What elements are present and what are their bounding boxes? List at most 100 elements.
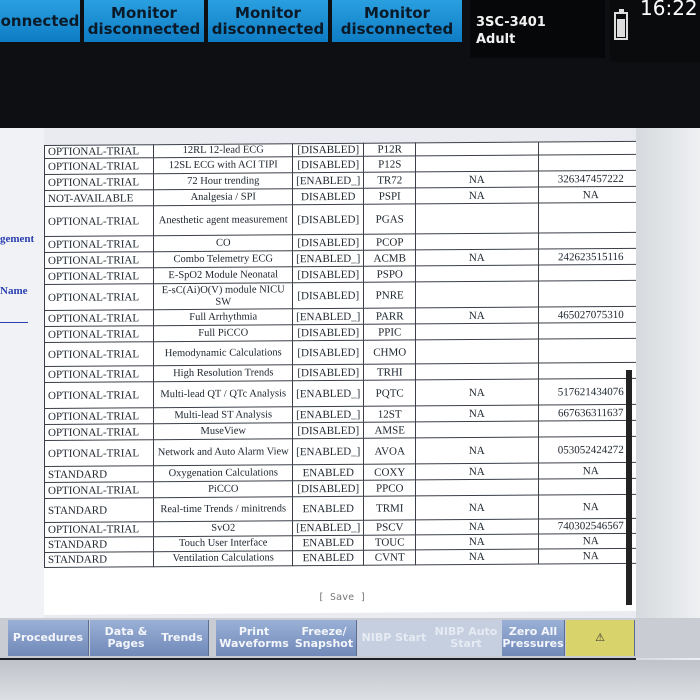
side-menu-name[interactable]: Name bbox=[0, 285, 28, 297]
zero-all-pressures-button[interactable]: Zero All Pressures bbox=[502, 620, 565, 656]
enable-state-cell: [ENABLED_] bbox=[292, 250, 364, 267]
tile-status: disconnected bbox=[211, 20, 325, 38]
side-menu-management[interactable]: gement bbox=[0, 233, 34, 245]
enable-state-cell: [ENABLED_] bbox=[292, 308, 364, 325]
clock: 16:22 bbox=[640, 0, 698, 20]
feature-code-cell: AVOA bbox=[363, 437, 416, 465]
serial-cell: 326347457222 bbox=[538, 170, 644, 188]
trends-button[interactable]: Trends bbox=[156, 620, 209, 656]
feature-name-cell: E-SpO2 Module Neonatal bbox=[153, 266, 293, 284]
print-waveforms-button[interactable]: Print Waveforms bbox=[216, 620, 293, 656]
enable-state-cell: [ENABLED_] bbox=[292, 172, 364, 189]
freeze-snapshot-button[interactable]: Freeze/ Snapshot bbox=[292, 620, 357, 656]
serial-cell bbox=[538, 202, 644, 234]
license-status-cell: STANDARD bbox=[44, 536, 154, 553]
enable-state-cell: [DISABLED] bbox=[292, 204, 364, 235]
license-status-cell: STANDARD bbox=[44, 497, 154, 523]
data-pages-button[interactable]: Data & Pages bbox=[90, 620, 163, 656]
monitor-tile-1[interactable]: onnected bbox=[0, 0, 80, 42]
monitor-tile-2[interactable]: Monitor disconnected bbox=[84, 0, 204, 42]
feature-code-cell: TRMI bbox=[363, 495, 416, 521]
tile-status: disconnected bbox=[87, 20, 201, 38]
license-status-cell: OPTIONAL-TRIAL bbox=[44, 521, 154, 538]
tile-title: Monitor bbox=[235, 4, 301, 22]
enable-state-cell: DISABLED bbox=[292, 188, 364, 205]
serial-cell bbox=[538, 141, 644, 156]
patient-info[interactable]: 3SC-3401 Adult bbox=[470, 0, 605, 58]
bed-label: 3SC-3401 bbox=[476, 15, 546, 30]
enable-state-cell: [ENABLED_] bbox=[292, 380, 364, 407]
feature-name-cell: High Resolution Trends bbox=[153, 364, 293, 382]
table-row: STANDARD Ventilation Calculations ENABLED C… bbox=[44, 548, 644, 568]
license-status-cell: STANDARD bbox=[44, 551, 154, 568]
feature-code-cell: TR72 bbox=[363, 171, 416, 189]
license-status-cell: OPTIONAL-TRIAL bbox=[44, 157, 154, 175]
number-cell bbox=[415, 142, 538, 156]
feature-code-cell: CVNT bbox=[363, 549, 416, 566]
feature-name-cell: Real-time Trends / minitrends bbox=[153, 496, 293, 522]
enable-state-cell: [DISABLED] bbox=[292, 364, 364, 381]
nibp-start-button[interactable]: NIBP Start bbox=[358, 620, 431, 656]
number-cell: NA bbox=[415, 463, 538, 480]
patient-type: Adult bbox=[476, 32, 516, 47]
feature-code-cell: TOUC bbox=[363, 534, 416, 551]
feature-code-cell: PSPI bbox=[363, 187, 416, 205]
license-status-cell: OPTIONAL-TRIAL bbox=[44, 205, 154, 237]
tile-title: Monitor bbox=[111, 4, 177, 22]
serial-cell bbox=[538, 232, 644, 250]
feature-name-cell: Analgesia / SPI bbox=[153, 188, 293, 206]
enable-state-cell: [DISABLED] bbox=[292, 266, 364, 283]
feature-code-cell: PNRE bbox=[363, 281, 416, 309]
procedures-button[interactable]: Procedures bbox=[8, 620, 89, 656]
alarm-silence-button[interactable]: ⚠ bbox=[566, 620, 635, 656]
enable-state-cell: [DISABLED] bbox=[292, 340, 364, 365]
enable-state-cell: [ENABLED_] bbox=[292, 406, 364, 423]
feature-code-cell: PPIC bbox=[363, 323, 416, 341]
enable-state-cell: [ENABLED_] bbox=[292, 520, 364, 536]
number-cell bbox=[415, 323, 538, 340]
number-cell bbox=[415, 155, 538, 172]
save-button[interactable]: [ Save ] bbox=[318, 592, 366, 603]
enable-state-cell: ENABLED bbox=[292, 535, 364, 551]
license-status-cell: OPTIONAL-TRIAL bbox=[44, 235, 154, 253]
monitor-tile-3[interactable]: Monitor disconnected bbox=[208, 0, 328, 42]
feature-code-cell: P12R bbox=[363, 142, 416, 157]
monitor-tile-4[interactable]: Monitor disconnected bbox=[332, 0, 462, 42]
feature-code-cell: CHMO bbox=[363, 339, 416, 365]
number-cell: NA bbox=[415, 534, 538, 550]
number-cell: NA bbox=[415, 519, 538, 535]
number-cell: NA bbox=[415, 307, 538, 324]
bezel bbox=[636, 128, 700, 668]
feature-name-cell: MuseView bbox=[153, 422, 293, 440]
number-cell bbox=[415, 203, 538, 234]
feature-name-cell: CO bbox=[153, 234, 293, 252]
enable-state-cell: [DISABLED] bbox=[292, 282, 364, 309]
scrollbar[interactable] bbox=[626, 370, 632, 605]
side-menu bbox=[0, 128, 44, 618]
enable-state-cell: [DISABLED] bbox=[292, 156, 364, 173]
enable-state-cell: ENABLED bbox=[292, 496, 364, 521]
feature-code-cell: 12ST bbox=[363, 405, 416, 423]
feature-name-cell: Multi-lead QT / QTc Analysis bbox=[153, 380, 293, 408]
battery-icon bbox=[614, 9, 628, 40]
feature-name-cell: 12SL ECG with ACI TIPI bbox=[153, 156, 293, 174]
enable-state-cell: [DISABLED] bbox=[292, 422, 364, 439]
number-cell: NA bbox=[415, 495, 538, 520]
number-cell: NA bbox=[415, 379, 538, 406]
feature-code-cell: PSCV bbox=[363, 519, 416, 536]
feature-name-cell: Multi-lead ST Analysis bbox=[153, 406, 293, 424]
license-status-cell: OPTIONAL-TRIAL bbox=[44, 423, 154, 441]
feature-name-cell: SvO2 bbox=[153, 520, 293, 537]
license-status-cell: OPTIONAL-TRIAL bbox=[44, 173, 154, 191]
nibp-auto-start-button[interactable]: NIBP Auto Start bbox=[430, 620, 503, 656]
serial-cell: NA bbox=[538, 186, 644, 204]
license-table: OPTIONAL-TRIAL 12RL 12-lead ECG [DISABLED]… bbox=[44, 141, 644, 568]
enable-state-cell: [DISABLED] bbox=[292, 324, 364, 341]
enable-state-cell: [DISABLED] bbox=[292, 143, 364, 157]
enable-state-cell: [DISABLED] bbox=[292, 234, 364, 251]
serial-cell bbox=[538, 264, 644, 282]
feature-name-cell: Touch User Interface bbox=[153, 535, 293, 552]
number-cell bbox=[415, 421, 538, 438]
number-cell bbox=[415, 339, 538, 364]
feature-name-cell: Ventilation Calculations bbox=[153, 550, 293, 567]
